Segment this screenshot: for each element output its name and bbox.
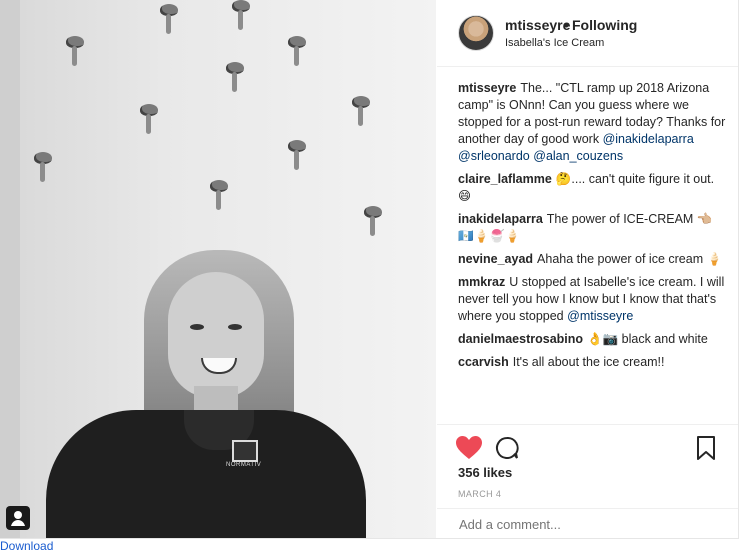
- comment-item: inakidelaparra The power of ICE-CREAM 👈🏼 …: [458, 211, 728, 245]
- jacket-logo: [232, 440, 258, 462]
- comment-item: claire_laflamme 🤔.... can't quite figure …: [458, 171, 728, 205]
- scoop-sculpture: [140, 104, 158, 134]
- comment-item: mmkraz U stopped at Isabelle's ice cream.…: [458, 274, 728, 325]
- comment-username[interactable]: ccarvish: [458, 355, 509, 369]
- post-photo[interactable]: NORMATIV: [0, 0, 436, 538]
- post-sidebar: mtisseyre • Following Isabella's Ice Cre…: [437, 0, 738, 538]
- mention-link[interactable]: @alan_couzens: [533, 149, 623, 163]
- scoop-sculpture: [364, 206, 382, 236]
- comment-username[interactable]: claire_laflamme: [458, 172, 552, 186]
- likes-count[interactable]: 356 likes: [458, 465, 512, 480]
- action-bar: [437, 424, 738, 465]
- following-button[interactable]: Following: [572, 17, 637, 33]
- download-link[interactable]: Download: [0, 539, 53, 553]
- bookmark-icon[interactable]: [696, 436, 716, 460]
- location-link[interactable]: Isabella's Ice Cream: [505, 37, 604, 49]
- comment-username[interactable]: danielmaestrosabino: [458, 332, 583, 346]
- comment-item: nevine_ayad Ahaha the power of ice cream …: [458, 251, 728, 268]
- scoop-sculpture: [232, 0, 250, 30]
- scoop-sculpture: [210, 180, 228, 210]
- comment-item: danielmaestrosabino 👌📷 black and white: [458, 331, 728, 348]
- scoop-sculpture: [352, 96, 370, 126]
- scoop-sculpture: [66, 36, 84, 66]
- heart-icon[interactable]: [456, 436, 482, 460]
- scoop-sculpture: [288, 140, 306, 170]
- scoop-sculpture: [34, 152, 52, 182]
- comment-text: 👌📷 black and white: [587, 332, 708, 346]
- comment-text: Ahaha the power of ice cream 🍦: [537, 252, 723, 266]
- scoop-sculpture: [160, 4, 178, 34]
- comment-username[interactable]: nevine_ayad: [458, 252, 533, 266]
- mention-link[interactable]: @srleonardo: [458, 149, 530, 163]
- post-header: mtisseyre • Following Isabella's Ice Cre…: [437, 0, 738, 67]
- woman-portrait: [46, 250, 366, 538]
- header-username[interactable]: mtisseyre: [505, 17, 570, 33]
- comment-item: ccarvish It's all about the ice cream!!: [458, 354, 728, 371]
- caption: mtisseyre The... "CTL ramp up 2018 Arizon…: [458, 80, 728, 165]
- scoop-sculpture: [288, 36, 306, 66]
- add-comment-input[interactable]: [457, 516, 721, 533]
- comments-list: mtisseyre The... "CTL ramp up 2018 Arizon…: [458, 80, 728, 377]
- scoop-sculpture: [226, 62, 244, 92]
- wall-edge: [0, 0, 20, 538]
- header-separator: •: [564, 17, 569, 33]
- comment-username[interactable]: mmkraz: [458, 275, 505, 289]
- comment-icon[interactable]: [495, 436, 519, 460]
- jacket-logo-text: NORMATIV: [226, 462, 262, 468]
- avatar[interactable]: [458, 15, 494, 51]
- post-date: MARCH 4: [458, 489, 502, 499]
- mention-link[interactable]: @mtisseyre: [567, 309, 633, 323]
- comment-text: It's all about the ice cream!!: [512, 355, 665, 369]
- caption-username[interactable]: mtisseyre: [458, 81, 516, 95]
- instagram-post: NORMATIV mtisseyre • Following Isabella'…: [0, 0, 739, 539]
- user-tag-icon[interactable]: [6, 506, 30, 530]
- add-comment-section: [437, 508, 738, 539]
- comment-username[interactable]: inakidelaparra: [458, 212, 543, 226]
- mention-link[interactable]: @inakidelaparra: [603, 132, 694, 146]
